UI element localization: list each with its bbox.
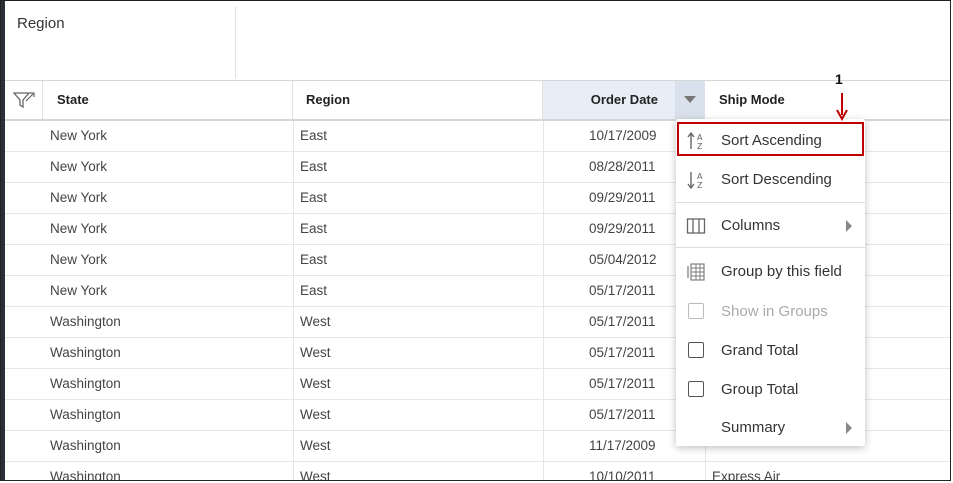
columns-icon (686, 218, 706, 234)
cell-state: New York (50, 252, 108, 267)
cell-region: East (300, 221, 328, 236)
menu-label: Group Total (721, 381, 799, 398)
menu-item-group-total[interactable]: Group Total (676, 371, 865, 409)
cell-region: East (300, 128, 328, 143)
svg-text:Z: Z (697, 181, 703, 190)
menu-separator (676, 202, 865, 203)
menu-item-summary[interactable]: Summary (676, 409, 865, 447)
cell-state: Washington (50, 345, 121, 360)
grid-frame: Region State Region Order Date Ship Mode… (0, 0, 951, 481)
cell-state: Washington (50, 314, 121, 329)
cell-region: West (300, 345, 331, 360)
cell-region: East (300, 159, 328, 174)
menu-label: Grand Total (721, 342, 799, 359)
callout-arrow-icon (836, 93, 848, 121)
column-header-state[interactable]: State (43, 81, 293, 119)
sort-desc-icon: A Z (687, 172, 703, 190)
chevron-right-icon (846, 422, 852, 434)
column-header-ship-mode[interactable]: Ship Mode (705, 81, 950, 119)
group-total-checkbox[interactable] (688, 381, 704, 397)
cell-order-date: 05/17/2011 (589, 345, 656, 360)
cell-order-date: 10/17/2009 (589, 128, 657, 143)
cell-order-date: 05/17/2011 (589, 314, 656, 329)
cell-state: New York (50, 221, 108, 236)
cell-region: East (300, 190, 328, 205)
group-box-region[interactable]: Region (9, 6, 236, 78)
cell-region: West (300, 314, 331, 329)
cell-order-date: 05/17/2011 (589, 283, 656, 298)
menu-label: Columns (721, 217, 781, 234)
column-menu-button[interactable] (675, 81, 705, 119)
menu-item-sort-descending[interactable]: A Z Sort Descending (676, 161, 865, 199)
cell-order-date: 08/28/2011 (589, 159, 656, 174)
group-panel: Region (5, 1, 950, 81)
menu-item-group-by-field[interactable]: Group by this field (676, 253, 865, 291)
menu-item-columns[interactable]: Columns (676, 207, 865, 245)
cell-order-date: 09/29/2011 (589, 190, 656, 205)
column-header-region[interactable]: Region (293, 81, 543, 119)
cell-order-date: 05/04/2012 (589, 252, 657, 267)
filter-icon (13, 92, 35, 109)
chevron-right-icon (846, 220, 852, 232)
menu-label: Sort Descending (721, 171, 832, 188)
menu-label: Show in Groups (721, 303, 828, 320)
cell-order-date: 05/17/2011 (589, 407, 656, 422)
filter-button[interactable] (5, 81, 43, 119)
cell-state: Washington (50, 438, 121, 453)
cell-region: West (300, 407, 331, 422)
menu-item-show-in-groups: Show in Groups (676, 293, 865, 331)
cell-region: West (300, 469, 331, 481)
cell-state: New York (50, 283, 108, 298)
menu-item-grand-total[interactable]: Grand Total (676, 332, 865, 370)
callout-number: 1 (835, 71, 843, 87)
cell-ship-mode: Express Air (712, 469, 781, 481)
menu-label: Group by this field (721, 263, 842, 280)
svg-text:A: A (697, 172, 703, 181)
cell-state: Washington (50, 469, 121, 481)
menu-separator (676, 247, 865, 248)
cell-region: East (300, 252, 328, 267)
dropdown-arrow-icon (684, 96, 696, 103)
column-context-menu: A Z Sort Ascending A Z Sort Descending C… (676, 119, 865, 446)
cell-state: New York (50, 128, 108, 143)
cell-region: West (300, 438, 331, 453)
cell-state: New York (50, 159, 108, 174)
callout-highlight-box (677, 122, 864, 156)
cell-state: Washington (50, 376, 121, 391)
group-icon (687, 263, 705, 281)
cell-order-date: 05/17/2011 (589, 376, 656, 391)
table-row[interactable]: Washington West 10/10/2011 Express Air (5, 462, 950, 481)
cell-order-date: 10/10/2011 (589, 469, 656, 481)
show-in-groups-checkbox (688, 303, 704, 319)
cell-region: West (300, 376, 331, 391)
cell-region: East (300, 283, 328, 298)
menu-label: Summary (721, 419, 786, 436)
grand-total-checkbox[interactable] (688, 342, 704, 358)
cell-order-date: 09/29/2011 (589, 221, 656, 236)
group-label: Region (17, 15, 65, 32)
grid-header: State Region Order Date Ship Mode (5, 81, 950, 121)
cell-state: New York (50, 190, 108, 205)
cell-order-date: 11/17/2009 (589, 438, 656, 453)
cell-state: Washington (50, 407, 121, 422)
